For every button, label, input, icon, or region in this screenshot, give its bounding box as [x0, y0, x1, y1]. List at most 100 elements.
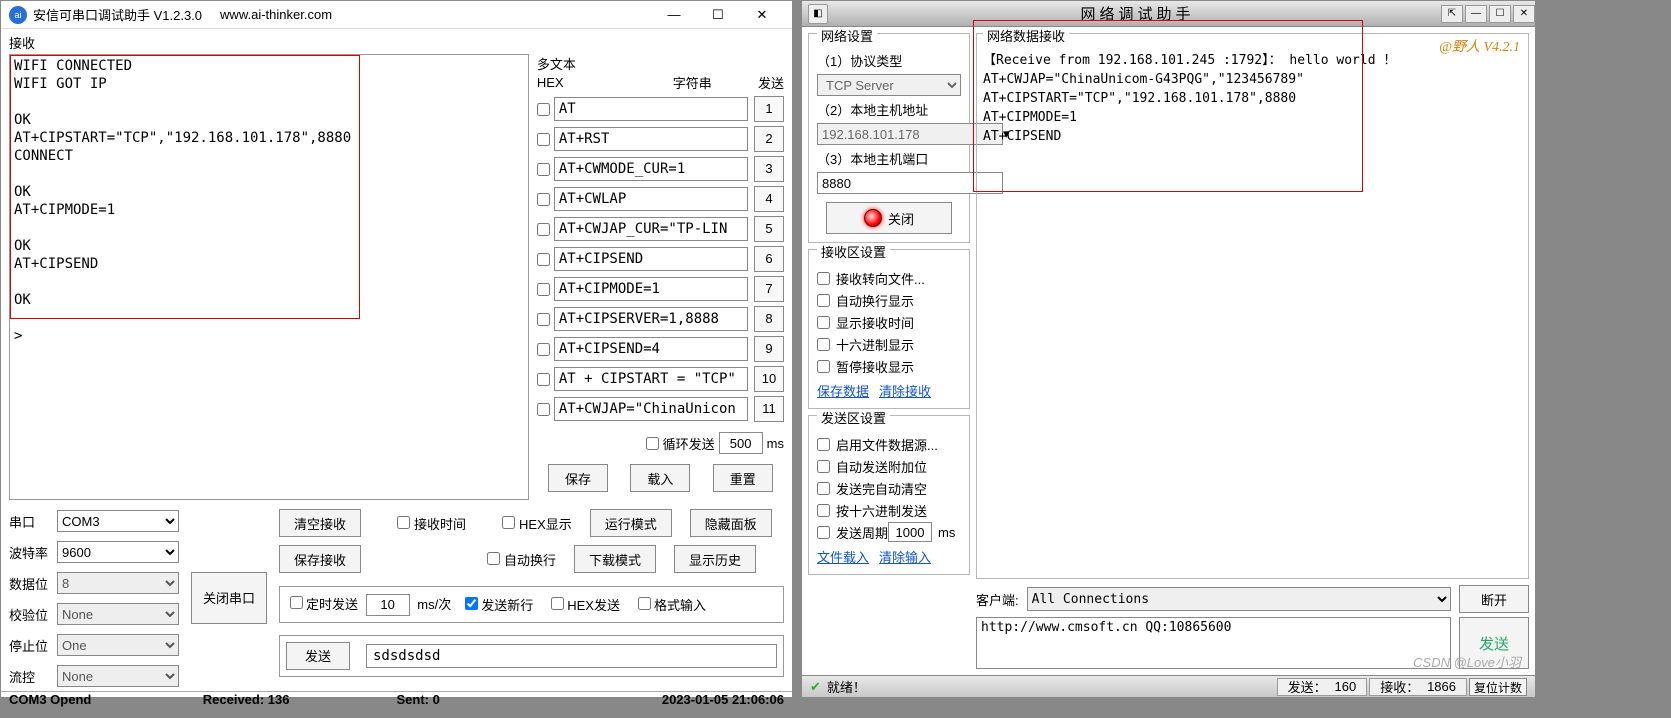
multi-load-button[interactable]: 载入: [630, 464, 690, 492]
multi-send-button[interactable]: 7: [754, 276, 784, 302]
stopbits-select[interactable]: One: [57, 634, 179, 656]
loop-interval-input[interactable]: [719, 432, 763, 454]
send-button[interactable]: 发送: [286, 642, 350, 670]
close-net-button[interactable]: 关闭: [826, 202, 952, 234]
auto-wrap-option[interactable]: 自动换行: [469, 550, 556, 569]
maximize-button[interactable]: ☐: [696, 1, 740, 29]
minimize-button[interactable]: —: [652, 1, 696, 29]
client-select[interactable]: All Connections: [1027, 587, 1451, 611]
send-period-checkbox[interactable]: [817, 526, 830, 539]
net-send-textarea[interactable]: http://www.cmsoft.cn QQ:10865600: [976, 617, 1451, 669]
file-load-link[interactable]: 文件载入: [817, 547, 869, 566]
timed-send-option[interactable]: 定时发送 ms/次: [286, 593, 451, 616]
multi-send-button[interactable]: 6: [754, 246, 784, 272]
network-tool-window: ◧ 网络调试助手 ⇱ — ☐ ✕ 网络设置 （1）协议类型 TCP Server…: [801, 0, 1536, 698]
timed-interval-input[interactable]: [366, 594, 410, 616]
port-label: 串口: [9, 512, 57, 531]
minimize-button[interactable]: —: [1465, 5, 1487, 23]
multi-cmd-input[interactable]: [554, 217, 748, 241]
multi-hex-checkbox[interactable]: [537, 193, 550, 206]
maximize-button[interactable]: ☐: [1489, 5, 1511, 23]
format-input-checkbox[interactable]: [638, 597, 651, 610]
multi-hex-checkbox[interactable]: [537, 403, 550, 416]
send-newline-option[interactable]: 发送新行: [461, 594, 533, 614]
download-mode-button[interactable]: 下载模式: [574, 545, 656, 573]
timed-send-checkbox[interactable]: [290, 596, 303, 609]
databits-select[interactable]: 8: [57, 572, 179, 594]
show-history-button[interactable]: 显示历史: [674, 545, 756, 573]
multi-save-button[interactable]: 保存: [548, 464, 608, 492]
recv-time-checkbox[interactable]: [397, 516, 410, 529]
multi-cmd-input[interactable]: [554, 127, 748, 151]
multi-cmd-input[interactable]: [554, 397, 748, 421]
save-receive-button[interactable]: 保存接收: [279, 545, 361, 573]
receive-textarea[interactable]: WIFI CONNECTED WIFI GOT IP OK AT+CIPSTAR…: [9, 54, 529, 500]
multi-cmd-input[interactable]: [554, 367, 748, 391]
hex-show-checkbox[interactable]: [502, 516, 515, 529]
multi-hex-checkbox[interactable]: [537, 223, 550, 236]
auto-wrap-checkbox[interactable]: [817, 294, 830, 307]
hex-send-checkbox[interactable]: [551, 597, 564, 610]
multi-hex-checkbox[interactable]: [537, 343, 550, 356]
multi-cmd-input[interactable]: [554, 97, 748, 121]
clear-receive-button[interactable]: 清空接收: [279, 509, 361, 537]
multi-reset-button[interactable]: 重置: [713, 464, 773, 492]
multi-hex-checkbox[interactable]: [537, 133, 550, 146]
multi-hex-checkbox[interactable]: [537, 373, 550, 386]
close-button[interactable]: ✕: [1513, 5, 1535, 23]
multi-hex-checkbox[interactable]: [537, 253, 550, 266]
loop-send-checkbox[interactable]: [646, 437, 659, 450]
recv-time-option[interactable]: 接收时间: [379, 514, 466, 533]
recv-to-file-checkbox[interactable]: [817, 272, 830, 285]
run-mode-button[interactable]: 运行模式: [590, 509, 672, 537]
multi-send-button[interactable]: 8: [754, 306, 784, 332]
multi-send-button[interactable]: 10: [754, 366, 784, 392]
hex-send-option[interactable]: HEX发送: [547, 594, 620, 614]
close-port-button[interactable]: 关闭串口: [191, 572, 267, 624]
multi-hex-checkbox[interactable]: [537, 283, 550, 296]
flow-select[interactable]: None: [57, 665, 179, 687]
multi-hex-checkbox[interactable]: [537, 163, 550, 176]
disconnect-button[interactable]: 断开: [1459, 585, 1529, 613]
multi-cmd-input[interactable]: [554, 337, 748, 361]
file-source-checkbox[interactable]: [817, 438, 830, 451]
hide-panel-button[interactable]: 隐藏面板: [690, 509, 772, 537]
send-period-input[interactable]: [888, 522, 932, 542]
multi-cmd-input[interactable]: [554, 277, 748, 301]
multi-cmd-input[interactable]: [554, 157, 748, 181]
multi-send-button[interactable]: 11: [754, 396, 784, 422]
send-newline-checkbox[interactable]: [465, 597, 478, 610]
hex-show-option[interactable]: HEX显示: [484, 514, 572, 533]
multi-cmd-input[interactable]: [554, 247, 748, 271]
multi-send-button[interactable]: 9: [754, 336, 784, 362]
multi-send-button[interactable]: 4: [754, 186, 784, 212]
pause-recv-checkbox[interactable]: [817, 360, 830, 373]
clear-recv-link[interactable]: 清除接收: [879, 381, 931, 400]
multi-cmd-input[interactable]: [554, 187, 748, 211]
show-recv-time-checkbox[interactable]: [817, 316, 830, 329]
auto-wrap-checkbox[interactable]: [487, 552, 500, 565]
reset-count-button[interactable]: 复位计数: [1469, 678, 1527, 696]
close-button[interactable]: ✕: [740, 1, 784, 29]
send-text-input[interactable]: [366, 644, 777, 668]
multi-hex-checkbox[interactable]: [537, 313, 550, 326]
auto-clear-checkbox[interactable]: [817, 482, 830, 495]
multi-send-button[interactable]: 5: [754, 216, 784, 242]
save-data-link[interactable]: 保存数据: [817, 381, 869, 400]
multi-send-button[interactable]: 2: [754, 126, 784, 152]
proto-select[interactable]: TCP Server: [817, 74, 961, 96]
port-select[interactable]: COM3: [57, 510, 179, 532]
check-select[interactable]: None: [57, 603, 179, 625]
hex-display-checkbox[interactable]: [817, 338, 830, 351]
multi-send-button[interactable]: 3: [754, 156, 784, 182]
status-port: COM3 Opend: [9, 692, 203, 707]
auto-append-checkbox[interactable]: [817, 460, 830, 473]
multi-cmd-input[interactable]: [554, 307, 748, 331]
hex-send-checkbox[interactable]: [817, 504, 830, 517]
multi-hex-checkbox[interactable]: [537, 103, 550, 116]
format-input-option[interactable]: 格式输入: [634, 594, 706, 614]
multi-send-button[interactable]: 1: [754, 96, 784, 122]
clear-input-link[interactable]: 清除输入: [879, 547, 931, 566]
pin-button[interactable]: ⇱: [1441, 5, 1463, 23]
baud-select[interactable]: 9600: [57, 541, 179, 563]
